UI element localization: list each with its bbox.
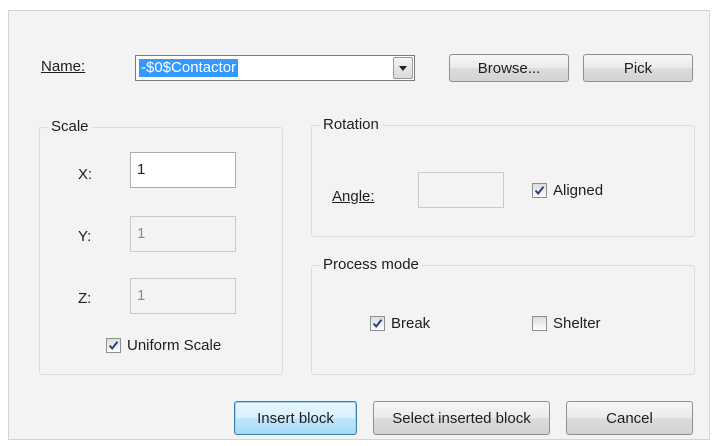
- angle-input: [418, 172, 504, 208]
- browse-button[interactable]: Browse...: [449, 54, 569, 82]
- scale-y-label: Y:: [78, 228, 92, 245]
- scale-z-label: Z:: [78, 290, 92, 307]
- select-inserted-block-button-label: Select inserted block: [392, 409, 531, 427]
- uniform-scale-checkbox[interactable]: Uniform Scale: [106, 337, 221, 354]
- name-value: -$0$Contactor: [139, 59, 239, 77]
- aligned-checkbox[interactable]: Aligned: [532, 182, 603, 199]
- combo-dropdown-button[interactable]: [393, 57, 413, 79]
- checkmark-icon: [372, 319, 383, 329]
- cancel-button-label: Cancel: [606, 409, 653, 427]
- process-mode-group-title: Process mode: [320, 256, 422, 274]
- rotation-group: Rotation Angle: Aligned: [311, 116, 695, 237]
- insert-block-dialog: Name: -$0$Contactor Browse... Pick Scale…: [8, 10, 710, 440]
- insert-block-button[interactable]: Insert block: [234, 401, 357, 435]
- browse-button-label: Browse...: [477, 59, 541, 77]
- name-label-text: Name:: [41, 58, 86, 75]
- insert-block-button-label: Insert block: [257, 409, 334, 427]
- scale-group: Scale X: 1 Y: 1 Z: 1 Uniform Scale: [39, 118, 283, 375]
- name-combobox[interactable]: -$0$Contactor: [135, 55, 415, 81]
- break-checkbox-box[interactable]: [370, 316, 385, 331]
- cancel-button[interactable]: Cancel: [566, 401, 693, 435]
- pick-button-label: Pick: [623, 59, 653, 77]
- uniform-scale-checkbox-box[interactable]: [106, 338, 121, 353]
- checkmark-icon: [108, 341, 119, 351]
- select-inserted-block-button[interactable]: Select inserted block: [373, 401, 550, 435]
- angle-label: Angle:: [332, 188, 375, 206]
- checkmark-icon: [534, 186, 545, 196]
- shelter-label: Shelter: [553, 315, 601, 332]
- scale-group-title: Scale: [48, 118, 92, 136]
- scale-x-label: X:: [78, 166, 93, 183]
- shelter-checkbox[interactable]: Shelter: [532, 315, 601, 332]
- uniform-scale-label: Uniform Scale: [127, 337, 222, 354]
- scale-z-input: 1: [130, 278, 236, 314]
- aligned-checkbox-box[interactable]: [532, 183, 547, 198]
- chevron-down-icon: [399, 65, 407, 71]
- scale-x-input[interactable]: 1: [130, 152, 236, 188]
- shelter-checkbox-box[interactable]: [532, 316, 547, 331]
- scale-y-input: 1: [130, 216, 236, 252]
- break-checkbox[interactable]: Break: [370, 315, 430, 332]
- angle-label-text: Angle:: [332, 188, 375, 205]
- process-mode-group: Process mode Break Shelter: [311, 256, 695, 375]
- aligned-label: Aligned: [553, 182, 604, 199]
- break-label: Break: [391, 315, 431, 332]
- pick-button[interactable]: Pick: [583, 54, 693, 82]
- name-label: Name:: [41, 58, 85, 76]
- rotation-group-title: Rotation: [320, 116, 382, 134]
